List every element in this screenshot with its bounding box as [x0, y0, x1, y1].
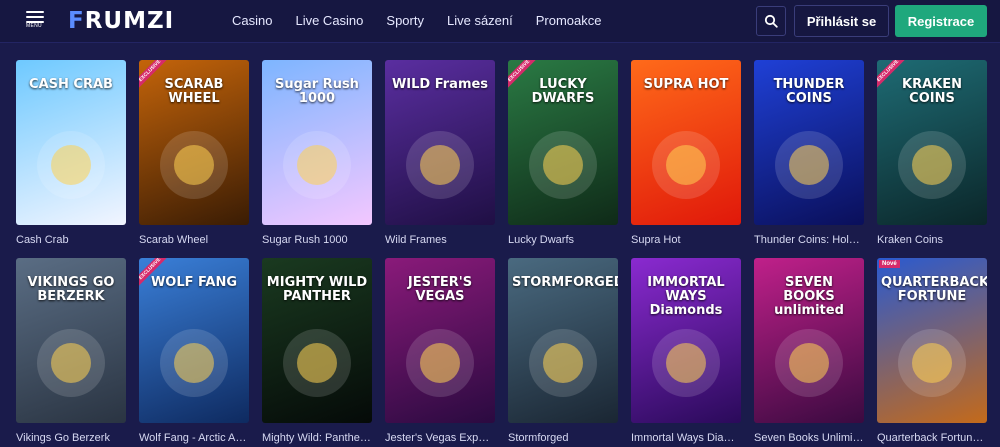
game-thumbnail[interactable]: SEVEN BOOKS unlimited: [754, 258, 864, 423]
game-art-title: QUARTERBACK FORTUNE: [881, 275, 987, 304]
game-tile[interactable]: JESTER'S VEGAS Jester's Vegas Experience: [385, 258, 495, 447]
game-art-title: IMMORTAL WAYS Diamonds: [647, 275, 725, 318]
game-thumbnail[interactable]: IMMORTAL WAYS Diamonds: [631, 258, 741, 423]
game-art-title: VIKINGS GO BERZERK: [27, 275, 115, 304]
game-art-title: KRAKEN COINS: [902, 77, 962, 106]
game-name[interactable]: Vikings Go Berzerk: [16, 432, 126, 444]
nav-live-betting[interactable]: Live sázení: [447, 13, 513, 28]
nav-promotions[interactable]: Promoakce: [536, 13, 602, 28]
game-thumbnail[interactable]: VIKINGS GO BERZERK: [16, 258, 126, 423]
game-name[interactable]: Kraken Coins: [877, 234, 987, 246]
logo-rest: RUMZI: [84, 8, 175, 34]
game-thumbnail[interactable]: CASH CRAB: [16, 60, 126, 225]
game-art-title: SCARAB WHEEL: [164, 77, 224, 106]
game-art-title: JESTER'S VEGAS: [407, 275, 473, 304]
game-thumbnail[interactable]: SUPRA HOT: [631, 60, 741, 225]
game-tile[interactable]: MIGHTY WILD PANTHER Mighty Wild: Panther …: [262, 258, 372, 447]
game-thumbnail[interactable]: WILD Frames: [385, 60, 495, 225]
game-name[interactable]: Quarterback Fortune Hold and Win: [877, 432, 987, 444]
menu-label: MENU: [26, 23, 42, 29]
nav-sports[interactable]: Sporty: [386, 13, 424, 28]
game-name[interactable]: Thunder Coins: Hold and Win: [754, 234, 864, 246]
game-thumbnail[interactable]: THUNDER COINS: [754, 60, 864, 225]
login-button[interactable]: Přihlásit se: [794, 5, 889, 37]
game-tile[interactable]: LUCKY DWARFS EXCLUSIVE Lucky Dwarfs: [508, 60, 618, 250]
game-tile[interactable]: WOLF FANG EXCLUSIVE Wolf Fang - Arctic Adv…: [139, 258, 249, 447]
game-art-title: SEVEN BOOKS unlimited: [774, 275, 844, 318]
game-tile[interactable]: THUNDER COINS Thunder Coins: Hold and Win: [754, 60, 864, 250]
game-art-title: WILD Frames: [391, 77, 489, 92]
game-name[interactable]: Lucky Dwarfs: [508, 234, 618, 246]
hamburger-icon: [26, 11, 44, 13]
game-thumbnail[interactable]: LUCKY DWARFS EXCLUSIVE: [508, 60, 618, 225]
game-thumbnail[interactable]: JESTER'S VEGAS: [385, 258, 495, 423]
game-tile[interactable]: STORMFORGED Stormforged: [508, 258, 618, 447]
game-art-title: WOLF FANG: [150, 275, 238, 290]
game-art-title: Sugar Rush 1000: [275, 77, 359, 106]
game-tile[interactable]: WILD Frames Wild Frames: [385, 60, 495, 250]
game-art-title: CASH CRAB: [29, 77, 113, 92]
game-name[interactable]: Supra Hot: [631, 234, 741, 246]
game-name[interactable]: Scarab Wheel: [139, 234, 249, 246]
game-tile[interactable]: Sugar Rush 1000 Sugar Rush 1000: [262, 60, 372, 250]
nav-live-casino[interactable]: Live Casino: [295, 13, 363, 28]
game-name[interactable]: Immortal Ways Diamonds: [631, 432, 741, 444]
game-thumbnail[interactable]: Sugar Rush 1000: [262, 60, 372, 225]
game-tile[interactable]: KRAKEN COINS EXCLUSIVE Kraken Coins: [877, 60, 987, 250]
game-name[interactable]: Wild Frames: [385, 234, 495, 246]
top-navigation-bar: MENU FRUMZI Casino Live Casino Sporty Li…: [0, 0, 1000, 43]
register-button[interactable]: Registrace: [895, 5, 987, 37]
nav-casino[interactable]: Casino: [232, 13, 272, 28]
game-thumbnail[interactable]: SCARAB WHEEL EXCLUSIVE: [139, 60, 249, 225]
main-nav: Casino Live Casino Sporty Live sázení Pr…: [232, 13, 625, 28]
hamburger-icon-middle: [26, 16, 44, 18]
game-art-title: MIGHTY WILD PANTHER: [266, 275, 368, 304]
game-name[interactable]: Sugar Rush 1000: [262, 234, 372, 246]
game-thumbnail[interactable]: STORMFORGED: [508, 258, 618, 423]
game-art-title: STORMFORGED: [512, 275, 618, 290]
site-logo[interactable]: FRUMZI: [68, 8, 174, 34]
game-tile[interactable]: SUPRA HOT Supra Hot: [631, 60, 741, 250]
game-art-title: THUNDER COINS: [773, 77, 845, 106]
game-name[interactable]: Mighty Wild: Panther Grand Diamond Editi…: [262, 432, 372, 444]
new-badge: Nové: [879, 260, 900, 268]
game-name[interactable]: Seven Books Unlimited: [754, 432, 864, 444]
game-name[interactable]: Stormforged: [508, 432, 618, 444]
game-name[interactable]: Wolf Fang - Arctic Adventures: [139, 432, 249, 444]
game-tile[interactable]: VIKINGS GO BERZERK Vikings Go Berzerk: [16, 258, 126, 447]
game-name[interactable]: Jester's Vegas Experience: [385, 432, 495, 444]
search-icon: [764, 14, 778, 28]
menu-button[interactable]: MENU: [26, 11, 46, 33]
game-thumbnail[interactable]: MIGHTY WILD PANTHER: [262, 258, 372, 423]
game-tile[interactable]: CASH CRAB Cash Crab: [16, 60, 126, 250]
game-tile[interactable]: SEVEN BOOKS unlimited Seven Books Unlimit…: [754, 258, 864, 447]
game-name[interactable]: Cash Crab: [16, 234, 126, 246]
game-art-title: LUCKY DWARFS: [531, 77, 595, 106]
game-thumbnail[interactable]: KRAKEN COINS EXCLUSIVE: [877, 60, 987, 225]
search-button[interactable]: [756, 6, 786, 36]
game-thumbnail[interactable]: WOLF FANG EXCLUSIVE: [139, 258, 249, 423]
game-art-title: SUPRA HOT: [643, 77, 729, 92]
game-thumbnail[interactable]: QUARTERBACK FORTUNE Nové: [877, 258, 987, 423]
game-tile[interactable]: QUARTERBACK FORTUNE Nové Quarterback Fortu…: [877, 258, 987, 447]
logo-first-letter: F: [68, 8, 85, 34]
game-tile[interactable]: IMMORTAL WAYS Diamonds Immortal Ways Diam…: [631, 258, 741, 447]
game-tile[interactable]: SCARAB WHEEL EXCLUSIVE Scarab Wheel: [139, 60, 249, 250]
